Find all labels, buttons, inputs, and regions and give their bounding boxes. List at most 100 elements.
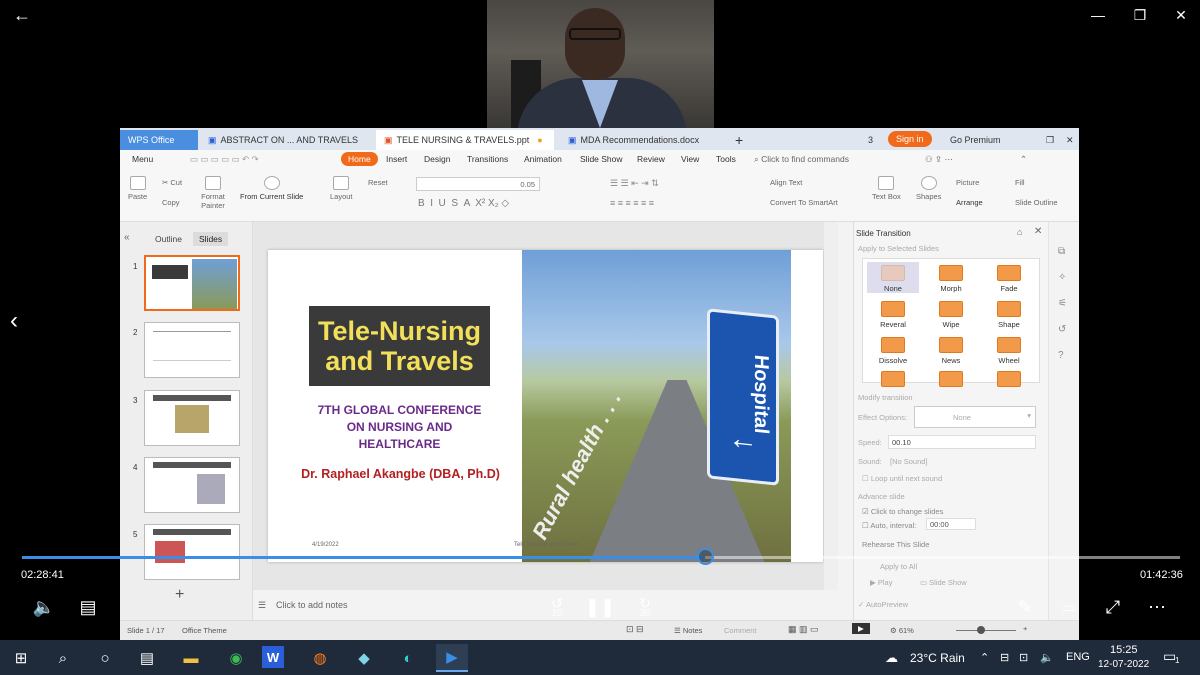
- cut-button[interactable]: ✂ Cut: [162, 178, 182, 187]
- effect-fade[interactable]: Fade: [983, 265, 1035, 293]
- menu-slide-show[interactable]: Slide Show: [580, 154, 623, 164]
- menu-review[interactable]: Review: [637, 154, 665, 164]
- zoom-slider[interactable]: [956, 630, 1016, 631]
- effect-more-3[interactable]: [983, 371, 1035, 390]
- effect-wheel[interactable]: Wheel: [983, 337, 1035, 365]
- clock-time[interactable]: 15:25: [1110, 644, 1138, 656]
- zoom-slider-thumb[interactable]: [977, 626, 985, 634]
- menu-view[interactable]: View: [681, 154, 699, 164]
- effect-more-2[interactable]: [925, 371, 977, 390]
- auto-interval-checkbox[interactable]: ☐ Auto, interval:: [862, 521, 916, 530]
- play-button[interactable]: ▶ Play: [870, 578, 892, 587]
- from-current-slide-button[interactable]: From Current Slide: [240, 176, 303, 201]
- new-tab-button[interactable]: +: [727, 130, 751, 150]
- windows-start-icon[interactable]: ⊞: [5, 644, 37, 672]
- font-size-field[interactable]: 0.05: [416, 177, 540, 191]
- pen-icon[interactable]: ✎: [1012, 594, 1038, 620]
- click-change-checkbox[interactable]: ☑ Click to change slides: [862, 507, 943, 516]
- previous-icon[interactable]: ‹: [4, 306, 24, 336]
- help-icon[interactable]: ?: [1058, 350, 1064, 361]
- effect-wipe[interactable]: Wipe: [925, 301, 977, 329]
- slide-outline-button[interactable]: Slide Outline: [1015, 198, 1058, 207]
- copy-button[interactable]: Copy: [162, 198, 180, 207]
- toolbar-right-icons[interactable]: ⚇ ⇪ ⋯: [925, 154, 953, 165]
- current-slide[interactable]: Tele-Nursing and Travels 7TH GLOBAL CONF…: [268, 250, 823, 562]
- effect-more-1[interactable]: [867, 371, 919, 390]
- weather-text[interactable]: 23°C Rain: [910, 651, 965, 665]
- word-icon[interactable]: W: [262, 646, 284, 668]
- sidebar-icon-1[interactable]: ⧉: [1058, 246, 1065, 257]
- effect-morph[interactable]: Morph: [925, 265, 977, 293]
- reset-button[interactable]: Reset: [368, 178, 388, 187]
- pause-icon[interactable]: ❚❚: [585, 594, 615, 620]
- file-explorer-icon[interactable]: ▬: [175, 644, 207, 672]
- firefox-icon[interactable]: ◍: [304, 644, 336, 672]
- tab-tele-nursing[interactable]: ▣ TELE NURSING & TRAVELS.ppt ●: [376, 130, 554, 150]
- history-icon[interactable]: ↺: [1058, 324, 1066, 335]
- widgets-icon[interactable]: ▤: [131, 644, 163, 672]
- media-player-icon[interactable]: ▶: [436, 644, 468, 672]
- comment-toggle[interactable]: Comment: [724, 626, 757, 635]
- clock-date[interactable]: 12-07-2022: [1098, 659, 1149, 670]
- speaker-icon[interactable]: 🔈: [1040, 651, 1054, 664]
- task-view-icon[interactable]: ○: [89, 644, 121, 672]
- find-commands[interactable]: ⌕ Click to find commands: [754, 154, 849, 165]
- loop-checkbox[interactable]: ☐ Loop until next sound: [862, 474, 942, 483]
- settings-sliders-icon[interactable]: ⚟: [1058, 298, 1067, 309]
- auto-interval-field[interactable]: 00:00: [926, 518, 976, 530]
- language-indicator[interactable]: ENG: [1066, 651, 1090, 663]
- network-icon[interactable]: ⊡: [1019, 651, 1028, 664]
- skip-forward-button[interactable]: ↻ 30: [628, 594, 662, 620]
- picture-button[interactable]: Picture: [956, 178, 979, 187]
- pane-close-icon[interactable]: ✕: [1034, 226, 1042, 237]
- speed-field[interactable]: 00.10: [888, 435, 1036, 449]
- slideshow-play-icon[interactable]: ▶: [852, 623, 870, 634]
- menu-button[interactable]: Menu: [132, 154, 153, 164]
- shapes-button[interactable]: Shapes: [916, 176, 941, 201]
- fill-button[interactable]: Fill: [1015, 178, 1025, 187]
- status-icons-left[interactable]: ⊡ ⊟: [626, 624, 644, 635]
- window-close-icon[interactable]: ✕: [1058, 130, 1079, 150]
- skip-back-button[interactable]: ↺ 10: [540, 594, 574, 620]
- slide-thumbnail-2[interactable]: [144, 322, 240, 378]
- collapse-panel-icon[interactable]: «: [124, 232, 130, 243]
- miniplayer-icon[interactable]: ▭: [1056, 594, 1082, 620]
- effect-none[interactable]: None: [867, 262, 919, 293]
- slide-thumbnail-3[interactable]: [144, 390, 240, 446]
- menu-animation[interactable]: Animation: [524, 154, 562, 164]
- chrome-icon[interactable]: ◉: [220, 644, 252, 672]
- paragraph-icons[interactable]: ☰ ☰ ⇤ ⇥ ⇅: [610, 178, 659, 189]
- align-text-button[interactable]: Align Text: [770, 178, 802, 187]
- app-icon[interactable]: ◆: [348, 644, 380, 672]
- tab-wps-office[interactable]: WPS Office: [120, 130, 198, 150]
- apply-all-button[interactable]: Apply to All: [880, 562, 917, 571]
- add-slide-button[interactable]: +: [175, 586, 184, 604]
- tab-abstract[interactable]: ▣ ABSTRACT ON ... AND TRAVELS: [200, 130, 370, 150]
- weather-icon[interactable]: ☁: [885, 650, 898, 666]
- sidebar-icon-2[interactable]: ✧: [1058, 272, 1066, 283]
- pin-icon[interactable]: ⌂: [1017, 227, 1022, 237]
- zoom-in-icon[interactable]: +: [1023, 624, 1027, 633]
- effect-options-select[interactable]: None ▾: [914, 406, 1036, 428]
- view-mode-icons[interactable]: ▦ ▥ ▭: [788, 624, 819, 635]
- volume-icon[interactable]: 🔈: [30, 594, 58, 620]
- menu-home[interactable]: Home: [341, 152, 378, 166]
- quick-access-icons[interactable]: ▭ ▭ ▭ ▭ ▭ ↶ ↷: [190, 154, 259, 165]
- minimize-icon[interactable]: —: [1083, 4, 1113, 26]
- search-icon[interactable]: ⌕: [47, 644, 79, 672]
- tray-chevron-icon[interactable]: ⌃: [980, 651, 989, 664]
- wps-icon[interactable]: ◐: [392, 644, 424, 672]
- menu-tools[interactable]: Tools: [716, 154, 736, 164]
- slide-thumbnail-1[interactable]: [144, 255, 240, 311]
- align-icons[interactable]: ≡ ≡ ≡ ≡ ≡ ≡: [610, 198, 654, 208]
- more-options-icon[interactable]: ⋯: [1144, 594, 1170, 620]
- menu-design[interactable]: Design: [424, 154, 450, 164]
- notes-toggle[interactable]: ☰ Notes: [674, 626, 702, 635]
- paste-button[interactable]: Paste: [128, 176, 147, 201]
- slide-thumbnail-5[interactable]: [144, 524, 240, 580]
- restore-icon[interactable]: ❐: [1125, 4, 1155, 26]
- effect-reveral[interactable]: Reveral: [867, 301, 919, 329]
- subtitles-icon[interactable]: ▤: [74, 594, 102, 620]
- effect-shape[interactable]: Shape: [983, 301, 1035, 329]
- back-arrow-icon[interactable]: ←: [8, 4, 36, 26]
